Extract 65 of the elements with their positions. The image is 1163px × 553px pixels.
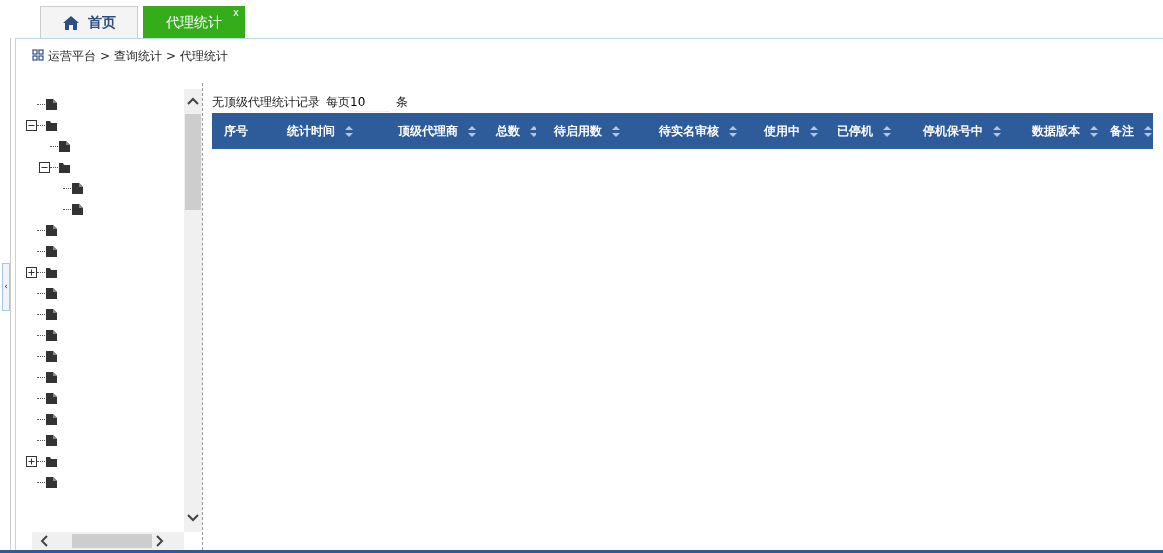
file-icon — [58, 140, 71, 153]
sort-icon[interactable] — [1089, 125, 1098, 137]
file-icon — [45, 329, 58, 342]
column-header[interactable]: 统计时间 — [286, 122, 335, 140]
file-icon — [45, 413, 58, 426]
sort-icon[interactable] — [883, 125, 892, 137]
sort-icon[interactable] — [344, 125, 353, 137]
column-header[interactable]: 总数 — [496, 122, 520, 140]
breadcrumb-item[interactable]: 代理统计 — [180, 47, 229, 65]
collapse-icon[interactable] — [26, 120, 37, 131]
column-header[interactable]: 停机保号中 — [923, 122, 983, 140]
file-icon — [45, 287, 58, 300]
vertical-scrollbar[interactable] — [184, 89, 202, 532]
column-header[interactable]: 已停机 — [837, 122, 874, 140]
file-icon — [45, 224, 58, 237]
breadcrumb-separator: > — [166, 48, 177, 65]
file-icon — [45, 350, 58, 363]
expand-icon[interactable] — [26, 267, 37, 278]
column-header[interactable]: 待实名审核 — [658, 122, 719, 140]
breadcrumb-separator: > — [100, 48, 111, 65]
column-header[interactable]: 序号 — [224, 122, 249, 140]
scroll-left-icon[interactable] — [40, 535, 48, 547]
scroll-thumb[interactable] — [185, 114, 201, 210]
sort-icon[interactable] — [993, 125, 1001, 137]
sort-icon[interactable] — [728, 125, 737, 137]
file-icon — [45, 392, 58, 405]
sort-icon[interactable] — [612, 125, 621, 137]
file-icon — [71, 203, 84, 216]
column-header[interactable]: 数据版本 — [1031, 122, 1080, 140]
file-icon — [71, 182, 84, 195]
folder-icon — [45, 266, 58, 279]
per-page-field[interactable]: 10 — [350, 92, 390, 112]
file-icon — [45, 476, 58, 489]
per-page-label: 每页 — [326, 94, 350, 111]
scroll-down-icon[interactable] — [187, 514, 199, 522]
column-header[interactable]: 待启用数 — [554, 122, 603, 140]
sort-icon[interactable] — [1143, 125, 1152, 137]
file-icon — [45, 98, 58, 111]
breadcrumb-item[interactable]: 查询统计 — [114, 47, 163, 65]
sort-icon[interactable] — [530, 125, 536, 137]
horizontal-scrollbar[interactable] — [32, 532, 184, 550]
collapse-handle[interactable]: ‹ — [2, 263, 10, 311]
scroll-right-icon[interactable] — [156, 535, 164, 547]
tab[interactable]: 首页 — [40, 6, 138, 38]
sort-icon[interactable] — [468, 125, 477, 137]
folder-icon — [45, 455, 58, 468]
unit-label: 条 — [396, 94, 408, 111]
expand-icon[interactable] — [26, 456, 37, 467]
collapse-icon[interactable] — [39, 162, 50, 173]
scroll-up-icon[interactable] — [187, 97, 199, 105]
file-icon — [45, 371, 58, 384]
sort-icon[interactable] — [809, 125, 818, 137]
column-header[interactable]: 顶级代理商 — [398, 122, 459, 140]
file-icon — [45, 245, 58, 258]
grid-icon — [32, 49, 44, 61]
column-header[interactable]: 使用中 — [763, 122, 800, 140]
breadcrumb-item[interactable]: 运营平台 — [48, 47, 96, 65]
status-message: 无顶级代理统计记录 — [212, 94, 320, 111]
folder-icon — [45, 119, 58, 132]
home-icon — [62, 14, 80, 31]
column-header[interactable]: 备注 — [1109, 122, 1134, 140]
folder-icon — [58, 161, 71, 174]
file-icon — [45, 308, 58, 321]
file-icon — [45, 434, 58, 447]
scroll-thumb[interactable] — [72, 534, 152, 548]
